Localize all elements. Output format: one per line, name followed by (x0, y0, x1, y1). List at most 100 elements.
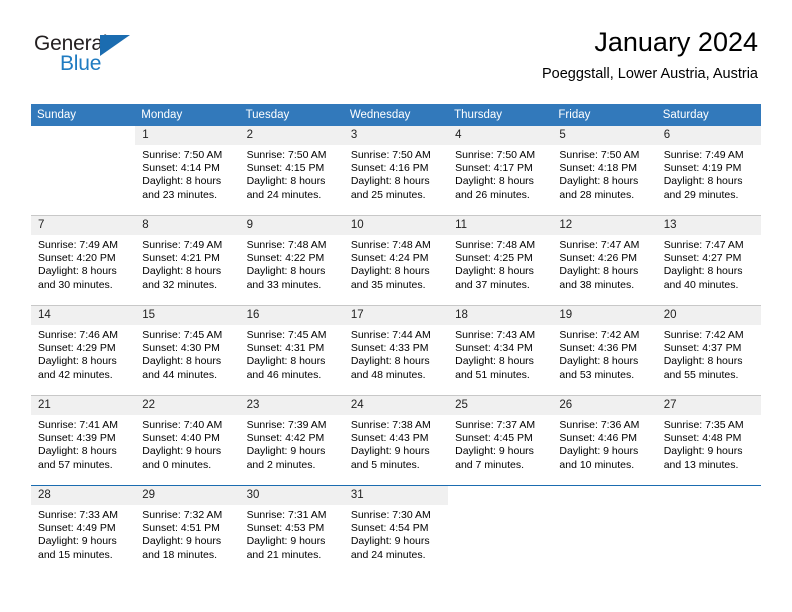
sunset-text: Sunset: 4:19 PM (663, 162, 742, 175)
daylight-text: Daylight: 8 hours (350, 265, 430, 278)
sunrise-text: Sunrise: 7:30 AM (350, 509, 431, 521)
calendar-day-cell[interactable]: 26 Sunrise: 7:36 AM Sunset: 4:46 PM Dayligh… (552, 395, 657, 486)
day-details: Sunrise: 7:50 AM Sunset: 4:16 PM Daylight:… (344, 145, 448, 202)
calendar-day-cell[interactable]: 29 Sunrise: 7:32 AM Sunset: 4:51 PM Dayligh… (135, 485, 240, 575)
calendar-day-cell[interactable]: 10 Sunrise: 7:48 AM Sunset: 4:24 PM Dayligh… (343, 215, 449, 306)
day-cell-inner: 26 Sunrise: 7:36 AM Sunset: 4:46 PM Dayligh… (552, 396, 657, 485)
day-number: 16 (239, 306, 344, 325)
calendar-header-row: Sunday Monday Tuesday Wednesday Thursday Frid… (31, 104, 761, 126)
calendar-day-cell[interactable]: 24 Sunrise: 7:38 AM Sunset: 4:43 PM Dayligh… (343, 395, 449, 486)
day-cell-inner: 16 Sunrise: 7:45 AM Sunset: 4:31 PM Dayligh… (239, 306, 344, 395)
daylight-text: Daylight: 9 hours (663, 445, 743, 458)
calendar-day-cell[interactable]: 4 Sunrise: 7:50 AM Sunset: 4:17 PM Daylight… (448, 126, 553, 216)
day-cell-inner: 18 Sunrise: 7:43 AM Sunset: 4:34 PM Dayligh… (448, 306, 553, 395)
sunrise-text: Sunrise: 7:50 AM (142, 149, 223, 161)
calendar-day-cell[interactable]: 6 Sunrise: 7:49 AM Sunset: 4:19 PM Daylight… (656, 126, 761, 216)
calendar-day-cell[interactable]: 1 Sunrise: 7:50 AM Sunset: 4:14 PM Daylight… (135, 126, 240, 216)
sunrise-text: Sunrise: 7:50 AM (455, 149, 536, 161)
calendar-day-cell[interactable]: 5 Sunrise: 7:50 AM Sunset: 4:18 PM Daylight… (552, 126, 657, 216)
day-number (657, 486, 761, 505)
daylight-text-cont: and 24 minutes. (246, 188, 322, 201)
calendar-day-cell[interactable]: 19 Sunrise: 7:42 AM Sunset: 4:36 PM Dayligh… (552, 305, 657, 396)
weekday-header-wednesday: Wednesday (343, 104, 449, 126)
calendar-page: General Blue January 2024 Poeggstall, Lo… (0, 0, 792, 612)
daylight-text: Daylight: 8 hours (559, 175, 639, 188)
daylight-text-cont: and 28 minutes. (559, 188, 635, 201)
day-cell-inner: 19 Sunrise: 7:42 AM Sunset: 4:36 PM Dayligh… (552, 306, 657, 395)
day-number: 20 (656, 306, 761, 325)
calendar-day-cell[interactable]: 23 Sunrise: 7:39 AM Sunset: 4:42 PM Dayligh… (239, 395, 344, 486)
sunset-text: Sunset: 4:51 PM (142, 522, 220, 535)
day-details: Sunrise: 7:43 AM Sunset: 4:34 PM Daylight:… (448, 325, 552, 382)
calendar-day-cell[interactable]: 21 Sunrise: 7:41 AM Sunset: 4:39 PM Dayligh… (31, 395, 136, 486)
calendar-day-cell[interactable]: 7 Sunrise: 7:49 AM Sunset: 4:20 PM Daylight… (31, 215, 136, 306)
daylight-text-cont: and 29 minutes. (663, 188, 739, 201)
weekday-header-monday: Monday (135, 104, 240, 126)
daylight-text-cont: and 32 minutes. (142, 278, 217, 291)
sunset-text: Sunset: 4:31 PM (246, 342, 325, 355)
sunrise-text: Sunrise: 7:49 AM (142, 239, 223, 251)
calendar-day-cell[interactable]: 25 Sunrise: 7:37 AM Sunset: 4:45 PM Dayligh… (448, 395, 553, 486)
day-cell-inner: 14 Sunrise: 7:46 AM Sunset: 4:29 PM Dayligh… (31, 306, 136, 395)
day-cell-inner: 12 Sunrise: 7:47 AM Sunset: 4:26 PM Dayligh… (552, 216, 657, 305)
sunrise-text: Sunrise: 7:42 AM (559, 329, 640, 341)
calendar-day-cell[interactable]: 31 Sunrise: 7:30 AM Sunset: 4:54 PM Dayligh… (343, 485, 449, 575)
calendar-day-cell[interactable]: 28 Sunrise: 7:33 AM Sunset: 4:49 PM Dayligh… (31, 485, 136, 575)
sunset-text: Sunset: 4:25 PM (455, 252, 533, 265)
day-cell-inner: 29 Sunrise: 7:32 AM Sunset: 4:51 PM Dayligh… (135, 486, 240, 575)
day-details: Sunrise: 7:41 AM Sunset: 4:39 PM Daylight:… (31, 415, 135, 472)
day-number: 31 (343, 486, 449, 505)
day-details: Sunrise: 7:50 AM Sunset: 4:15 PM Daylight:… (240, 145, 344, 202)
daylight-text-cont: and 40 minutes. (663, 278, 739, 291)
calendar-day-cell[interactable]: 27 Sunrise: 7:35 AM Sunset: 4:48 PM Dayligh… (656, 395, 761, 486)
day-cell-inner: 20 Sunrise: 7:42 AM Sunset: 4:37 PM Dayligh… (656, 306, 761, 395)
daylight-text-cont: and 37 minutes. (455, 278, 530, 291)
day-number: 26 (552, 396, 657, 415)
calendar-day-cell[interactable]: 18 Sunrise: 7:43 AM Sunset: 4:34 PM Dayligh… (448, 305, 553, 396)
daylight-text: Daylight: 8 hours (38, 265, 117, 278)
day-cell-inner: 6 Sunrise: 7:49 AM Sunset: 4:19 PM Daylight… (656, 126, 761, 215)
calendar-day-cell[interactable]: 22 Sunrise: 7:40 AM Sunset: 4:40 PM Dayligh… (135, 395, 240, 486)
calendar-day-cell[interactable]: 12 Sunrise: 7:47 AM Sunset: 4:26 PM Dayligh… (552, 215, 657, 306)
daylight-text-cont: and 33 minutes. (246, 278, 322, 291)
sunset-text: Sunset: 4:26 PM (559, 252, 638, 265)
daylight-text: Daylight: 8 hours (38, 445, 117, 458)
general-blue-logo[interactable]: General Blue (34, 26, 154, 84)
calendar-day-cell[interactable]: 11 Sunrise: 7:48 AM Sunset: 4:25 PM Dayligh… (448, 215, 553, 306)
sunrise-text: Sunrise: 7:41 AM (38, 419, 118, 431)
day-cell-inner: 2 Sunrise: 7:50 AM Sunset: 4:15 PM Daylight… (239, 126, 344, 215)
calendar-day-cell[interactable]: 3 Sunrise: 7:50 AM Sunset: 4:16 PM Daylight… (343, 126, 449, 216)
day-number: 1 (135, 126, 240, 145)
calendar-day-cell[interactable]: 8 Sunrise: 7:49 AM Sunset: 4:21 PM Daylight… (135, 215, 240, 306)
day-number: 17 (343, 306, 449, 325)
daylight-text-cont: and 18 minutes. (142, 548, 217, 561)
sunset-text: Sunset: 4:14 PM (142, 162, 220, 175)
day-number: 15 (135, 306, 240, 325)
sunset-text: Sunset: 4:22 PM (246, 252, 325, 265)
calendar-day-cell[interactable]: 13 Sunrise: 7:47 AM Sunset: 4:27 PM Dayligh… (656, 215, 761, 306)
calendar-day-cell[interactable]: 16 Sunrise: 7:45 AM Sunset: 4:31 PM Dayligh… (239, 305, 344, 396)
sunset-text: Sunset: 4:34 PM (455, 342, 533, 355)
day-number: 3 (343, 126, 449, 145)
calendar-day-cell[interactable]: 17 Sunrise: 7:44 AM Sunset: 4:33 PM Dayligh… (343, 305, 449, 396)
daylight-text: Daylight: 8 hours (246, 175, 326, 188)
calendar-day-cell[interactable]: 14 Sunrise: 7:46 AM Sunset: 4:29 PM Dayligh… (31, 305, 136, 396)
day-details: Sunrise: 7:46 AM Sunset: 4:29 PM Daylight:… (31, 325, 135, 382)
day-cell-inner: 17 Sunrise: 7:44 AM Sunset: 4:33 PM Dayligh… (343, 306, 449, 395)
daylight-text-cont: and 2 minutes. (246, 458, 316, 471)
day-cell-inner: 23 Sunrise: 7:39 AM Sunset: 4:42 PM Dayligh… (239, 396, 344, 485)
logo-triangle-icon (100, 35, 130, 56)
daylight-text-cont: and 21 minutes. (246, 548, 322, 561)
daylight-text-cont: and 5 minutes. (350, 458, 420, 471)
day-number (552, 486, 656, 505)
calendar-day-cell[interactable]: 2 Sunrise: 7:50 AM Sunset: 4:15 PM Daylight… (239, 126, 344, 216)
daylight-text: Daylight: 8 hours (350, 355, 430, 368)
sunset-text: Sunset: 4:18 PM (559, 162, 638, 175)
calendar-day-cell[interactable]: 30 Sunrise: 7:31 AM Sunset: 4:53 PM Dayligh… (239, 485, 344, 575)
weekday-header-friday: Friday (552, 104, 657, 126)
daylight-text: Daylight: 8 hours (142, 265, 222, 278)
calendar-day-cell[interactable]: 15 Sunrise: 7:45 AM Sunset: 4:30 PM Dayligh… (135, 305, 240, 396)
calendar-day-cell[interactable]: 9 Sunrise: 7:48 AM Sunset: 4:22 PM Daylight… (239, 215, 344, 306)
daylight-text: Daylight: 8 hours (455, 355, 534, 368)
calendar-day-cell[interactable]: 20 Sunrise: 7:42 AM Sunset: 4:37 PM Dayligh… (656, 305, 761, 396)
